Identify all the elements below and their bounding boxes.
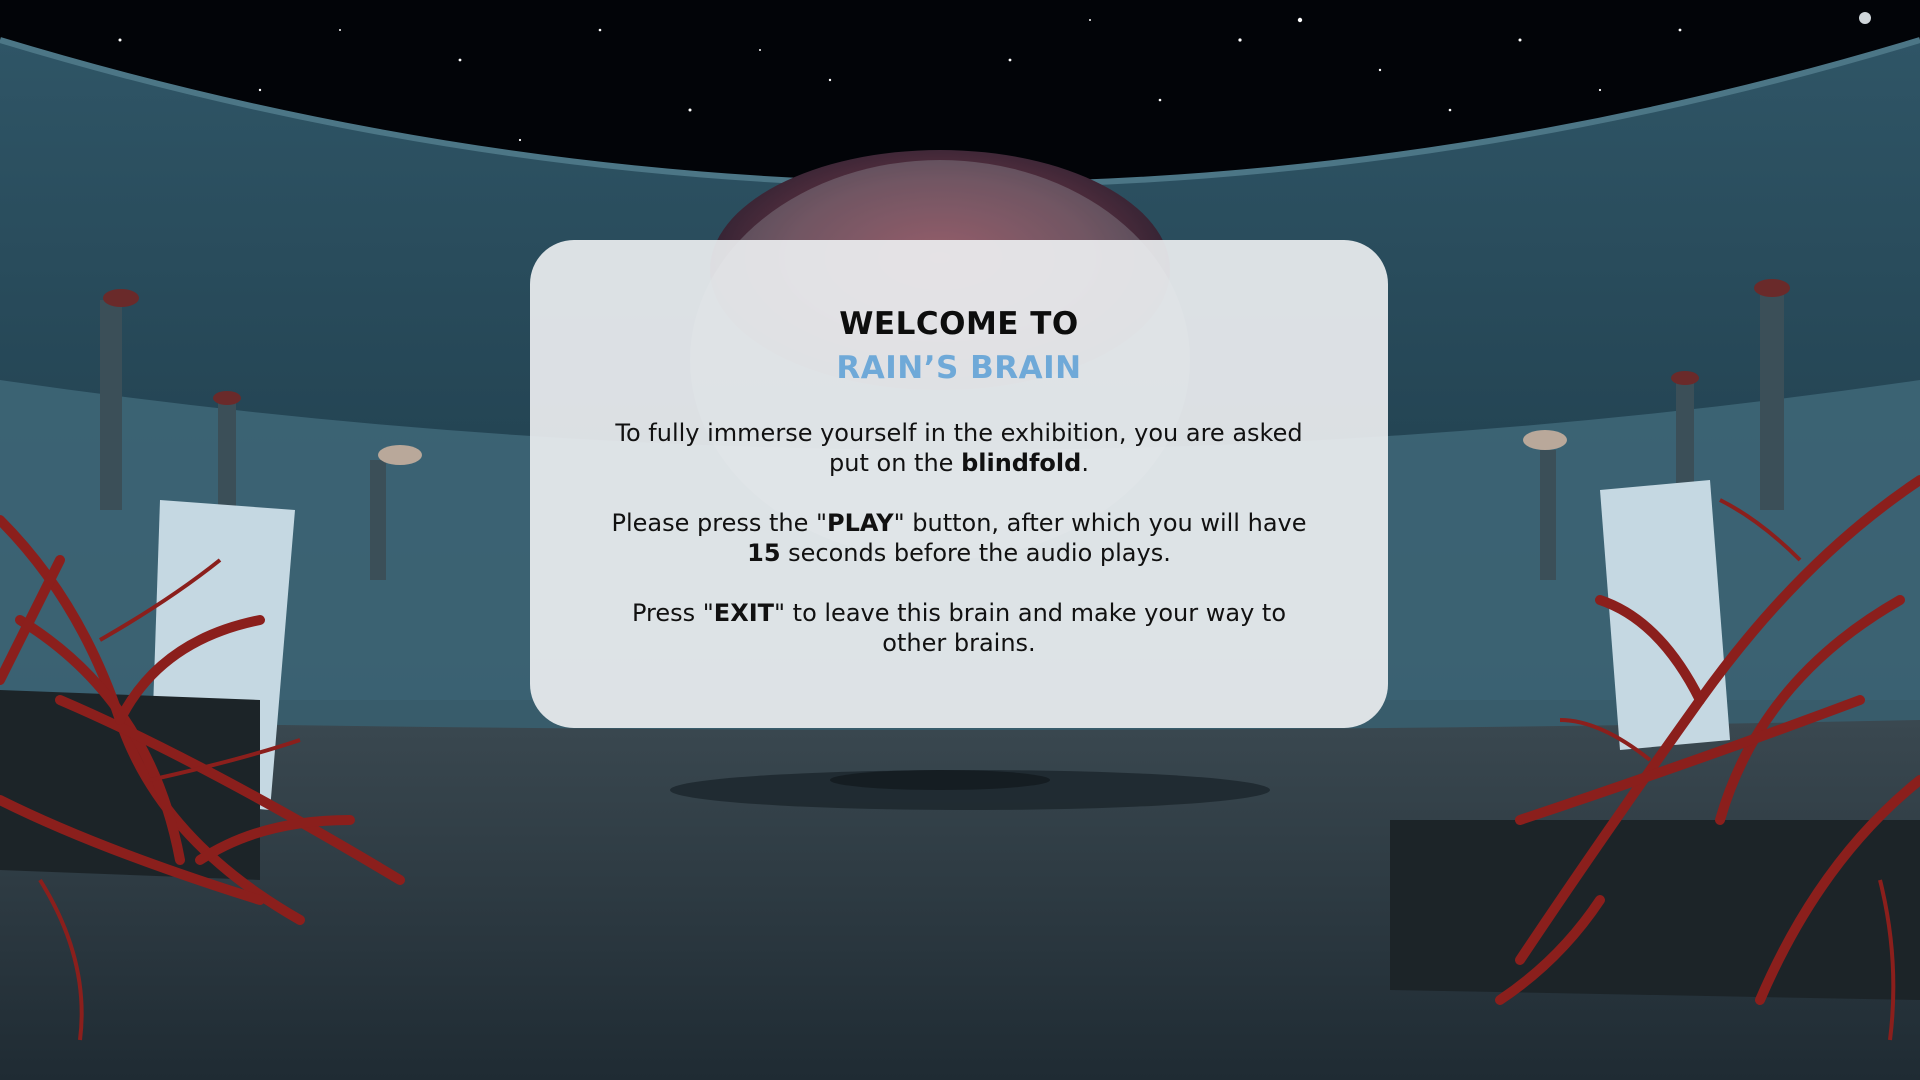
exhibit-name: RAIN’S BRAIN	[836, 350, 1082, 386]
play-text-c: seconds before the audio plays.	[780, 539, 1171, 567]
blindfold-keyword: blindfold	[961, 449, 1082, 477]
countdown-seconds: 15	[747, 539, 781, 567]
welcome-title: WELCOME TO	[839, 306, 1079, 342]
exit-text-a: Press "	[631, 599, 714, 627]
blindfold-text: To fully immerse yourself in the exhibit…	[615, 419, 1303, 477]
blindfold-period: .	[1081, 449, 1089, 477]
play-keyword: PLAY	[827, 509, 894, 537]
exit-keyword: EXIT	[713, 599, 774, 627]
exit-text-b: " to leave this brain and make your way …	[774, 599, 1287, 657]
play-instruction: Please press the "PLAY" button, after wh…	[599, 508, 1319, 568]
exit-instruction: Press "EXIT" to leave this brain and mak…	[599, 598, 1319, 658]
welcome-dialog: WELCOME TO RAIN’S BRAIN To fully immerse…	[530, 240, 1388, 728]
blindfold-instruction: To fully immerse yourself in the exhibit…	[599, 418, 1319, 478]
play-text-a: Please press the "	[611, 509, 828, 537]
play-text-b: " button, after which you will have	[893, 509, 1307, 537]
